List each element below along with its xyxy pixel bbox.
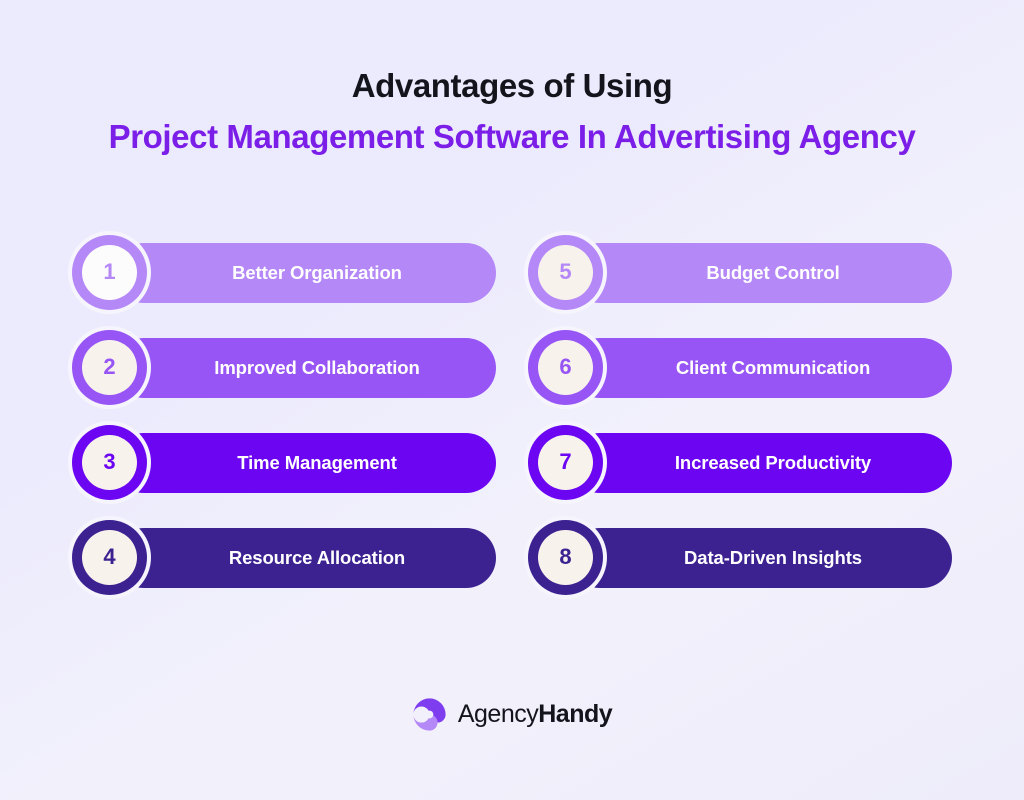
item-pill-1[interactable]: Better Organization bbox=[114, 242, 496, 303]
list-item-label: Increased Productivity bbox=[674, 451, 872, 473]
advantages-list: Better Organization 1 Budget Control 5 I… bbox=[72, 234, 952, 595]
list-item-number: 8 bbox=[559, 544, 572, 569]
item-badge-2: 2 bbox=[72, 329, 147, 405]
list-item[interactable]: Budget Control 5 bbox=[528, 234, 952, 310]
item-pill-3[interactable]: Time Management bbox=[114, 432, 496, 493]
list-item-label: Resource Allocation bbox=[228, 546, 406, 568]
list-item[interactable]: Data-Driven Insights 8 bbox=[528, 519, 952, 595]
item-badge-inner-6: 6 bbox=[538, 339, 593, 395]
list-item-number: 7 bbox=[559, 449, 572, 474]
brand-name-light: Agency bbox=[457, 700, 539, 728]
list-item[interactable]: Increased Productivity 7 bbox=[528, 424, 952, 500]
item-badge-inner-4: 4 bbox=[82, 529, 137, 585]
list-item-number: 5 bbox=[559, 259, 572, 284]
list-item-label: Improved Collaboration bbox=[214, 356, 420, 378]
brand-logo: Agency Handy bbox=[0, 697, 1024, 732]
list-item-label: Budget Control bbox=[706, 261, 840, 283]
item-badge-8: 8 bbox=[528, 519, 603, 595]
list-item-label: Better Organization bbox=[232, 261, 402, 283]
brand-name-bold: Handy bbox=[538, 700, 613, 728]
item-badge-1: 1 bbox=[72, 234, 147, 310]
list-item-number: 1 bbox=[103, 259, 116, 284]
item-badge-inner-2: 2 bbox=[82, 339, 137, 395]
item-pill-5[interactable]: Budget Control bbox=[570, 242, 952, 303]
title-line-primary: Advantages of Using bbox=[351, 67, 673, 104]
item-badge-4: 4 bbox=[72, 519, 147, 595]
item-badge-inner-7: 7 bbox=[538, 434, 593, 490]
list-item[interactable]: Better Organization 1 bbox=[72, 234, 496, 310]
item-badge-inner-5: 5 bbox=[538, 244, 593, 300]
list-item-number: 6 bbox=[559, 354, 572, 379]
item-pill-8[interactable]: Data-Driven Insights bbox=[570, 527, 952, 588]
item-pill-2[interactable]: Improved Collaboration bbox=[114, 337, 496, 398]
list-item-label: Data-Driven Insights bbox=[684, 546, 862, 568]
item-badge-6: 6 bbox=[528, 329, 603, 405]
item-pill-7[interactable]: Increased Productivity bbox=[570, 432, 952, 493]
item-badge-inner-8: 8 bbox=[538, 529, 593, 585]
list-item-number: 2 bbox=[103, 354, 116, 379]
agencyhandy-swirl-icon bbox=[413, 698, 446, 731]
item-badge-7: 7 bbox=[528, 424, 603, 500]
item-pill-6[interactable]: Client Communication bbox=[570, 337, 952, 398]
item-badge-5: 5 bbox=[528, 234, 603, 310]
list-item[interactable]: Improved Collaboration 2 bbox=[72, 329, 496, 405]
brand-wordmark: Agency Handy bbox=[457, 700, 613, 728]
item-badge-3: 3 bbox=[72, 424, 147, 500]
list-item-number: 3 bbox=[103, 449, 116, 474]
item-badge-inner-1: 1 bbox=[82, 244, 137, 300]
list-item[interactable]: Resource Allocation 4 bbox=[72, 519, 496, 595]
infographic-canvas: Advantages of Using Project Management S… bbox=[0, 0, 1024, 800]
list-item[interactable]: Time Management 3 bbox=[72, 424, 496, 500]
item-badge-inner-3: 3 bbox=[82, 434, 137, 490]
item-pill-4[interactable]: Resource Allocation bbox=[114, 527, 496, 588]
title-line-secondary: Project Management Software In Advertisi… bbox=[108, 118, 916, 156]
list-item-label: Client Communication bbox=[675, 356, 871, 378]
page-title: Advantages of Using Project Management S… bbox=[0, 66, 1024, 158]
list-item[interactable]: Client Communication 6 bbox=[528, 329, 952, 405]
list-item-number: 4 bbox=[103, 544, 116, 569]
list-item-label: Time Management bbox=[237, 451, 397, 473]
